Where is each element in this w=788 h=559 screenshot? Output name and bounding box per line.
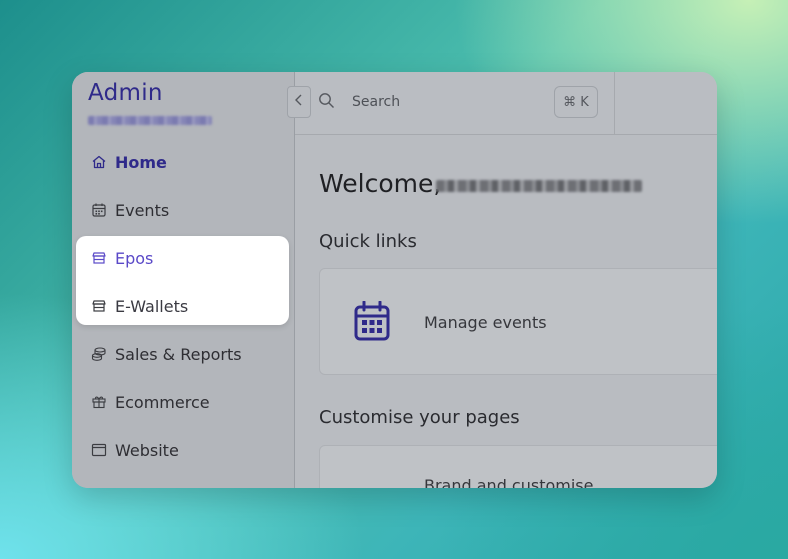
app-window: Admin Home Events Epos E-Wallets Sales &… xyxy=(72,72,717,488)
quick-link-card-manage-events[interactable]: Manage events xyxy=(319,268,717,375)
home-icon xyxy=(90,153,108,171)
store-icon xyxy=(90,297,108,315)
sidebar-item-label: E-Wallets xyxy=(115,296,189,316)
gift-icon xyxy=(90,393,108,411)
user-name-redacted xyxy=(436,180,642,192)
sidebar-item-ecommerce[interactable]: Ecommerce xyxy=(72,382,294,422)
sidebar-item-label: Epos xyxy=(115,248,154,268)
calendar-icon xyxy=(90,201,108,219)
sidebar-item-label: Website xyxy=(115,440,179,460)
main-content: Welcome, Quick links Manage events Custo… xyxy=(295,135,717,488)
divider xyxy=(614,72,615,134)
sidebar-item-home[interactable]: Home xyxy=(72,142,294,182)
sidebar-item-label: Events xyxy=(115,200,170,220)
card-label: Brand and customise xyxy=(424,476,594,488)
sidebar: Admin Home Events Epos E-Wallets Sales &… xyxy=(72,72,295,488)
welcome-heading: Welcome, xyxy=(319,169,442,198)
sidebar-item-label: Ecommerce xyxy=(115,392,210,412)
coins-icon xyxy=(90,345,108,363)
calendar-icon xyxy=(354,300,390,345)
collapse-sidebar-button[interactable] xyxy=(287,86,311,118)
topbar: Search ⌘ K xyxy=(295,72,717,135)
browser-icon xyxy=(90,441,108,459)
search-icon xyxy=(318,92,335,113)
sidebar-item-website[interactable]: Website xyxy=(72,430,294,470)
search-input[interactable]: Search xyxy=(352,94,400,110)
brand-title: Admin xyxy=(88,80,163,106)
sidebar-item-epos[interactable]: Epos xyxy=(72,238,294,278)
sidebar-item-label: Home xyxy=(115,152,167,172)
sidebar-item-sales-reports[interactable]: Sales & Reports xyxy=(72,334,294,374)
customise-pages-title: Customise your pages xyxy=(319,407,520,428)
sidebar-item-events[interactable]: Events xyxy=(72,190,294,230)
sidebar-item-label: Sales & Reports xyxy=(115,344,242,364)
sidebar-item-e-wallets[interactable]: E-Wallets xyxy=(72,286,294,326)
brand-subtitle-redacted xyxy=(88,116,212,125)
customise-card[interactable]: Brand and customise xyxy=(319,445,717,488)
quick-links-title: Quick links xyxy=(319,231,417,252)
search-shortcut-badge: ⌘ K xyxy=(554,86,598,118)
card-label: Manage events xyxy=(424,313,547,332)
store-icon xyxy=(90,249,108,267)
chevron-left-icon xyxy=(294,94,304,110)
